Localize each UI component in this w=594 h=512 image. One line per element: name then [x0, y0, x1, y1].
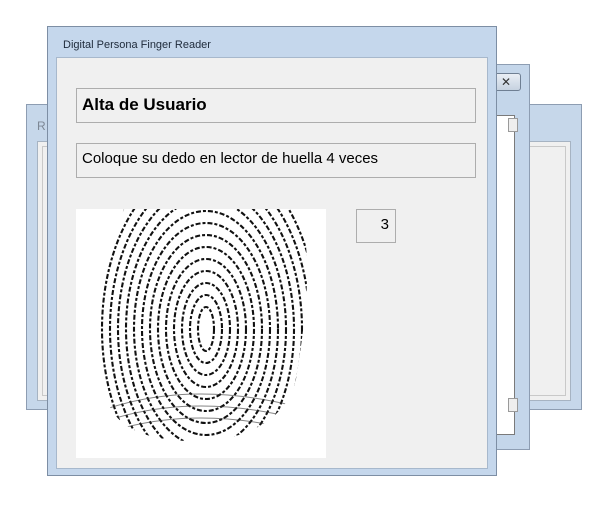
fingerprint-image: [76, 209, 326, 458]
background-window-title: R: [37, 119, 46, 133]
heading-panel: Alta de Usuario: [76, 88, 476, 123]
capture-counter: 3: [356, 209, 396, 243]
instruction-panel: Coloque su dedo en lector de huella 4 ve…: [76, 143, 476, 178]
finger-reader-window: Digital Persona Finger Reader Alta de Us…: [47, 26, 497, 476]
page-title: Alta de Usuario: [82, 95, 207, 114]
scrollbar-up-icon[interactable]: [508, 118, 518, 132]
window-title: Digital Persona Finger Reader: [63, 39, 211, 51]
window-client: Alta de Usuario Coloque su dedo en lecto…: [56, 57, 488, 469]
title-bar[interactable]: Digital Persona Finger Reader: [48, 27, 496, 57]
scrollbar-down-icon[interactable]: [508, 398, 518, 412]
fingerprint-icon: [100, 209, 308, 442]
instruction-text: Coloque su dedo en lector de huella 4 ve…: [82, 150, 379, 167]
